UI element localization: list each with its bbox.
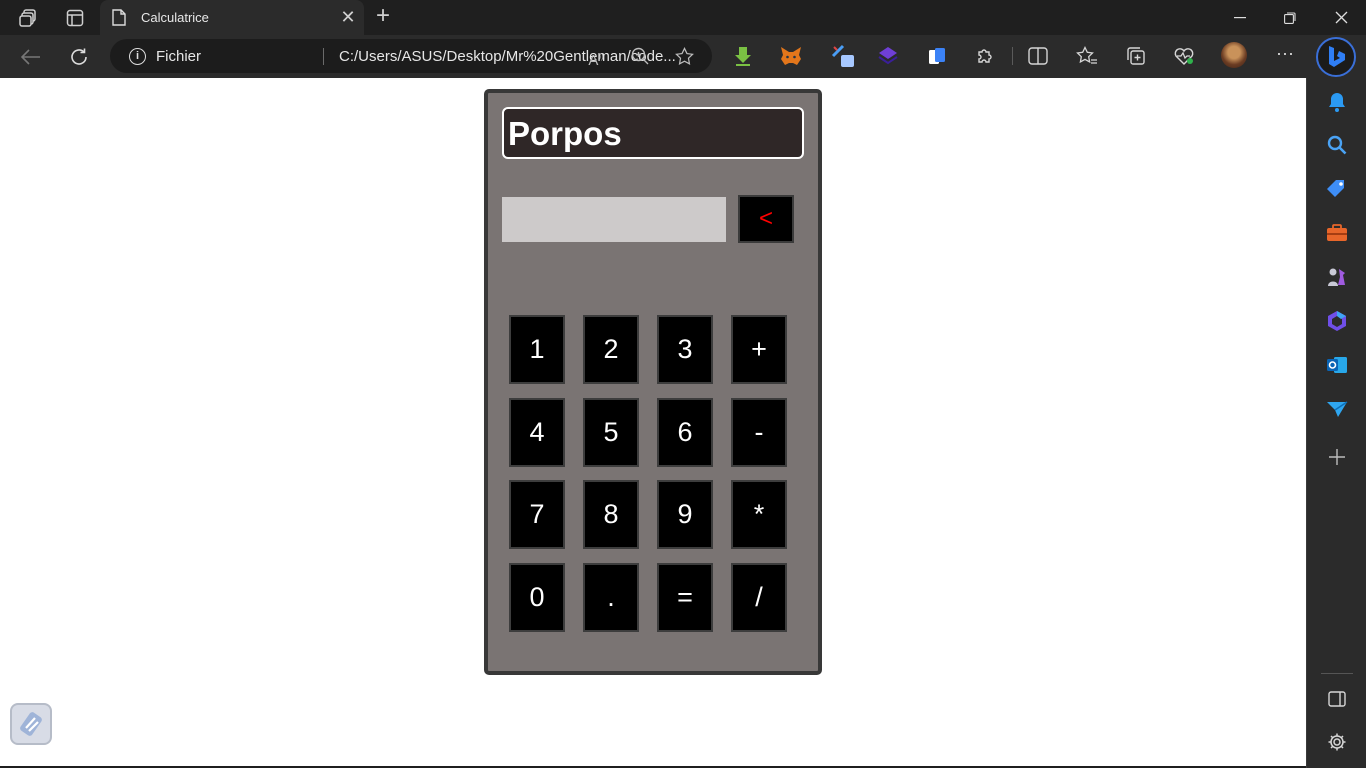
drop-send-icon[interactable] <box>1325 397 1349 421</box>
tab-close-icon[interactable]: ✕ <box>338 6 358 28</box>
profile-avatar[interactable] <box>1221 42 1247 68</box>
workspaces-icon[interactable] <box>16 5 42 31</box>
key-7-button[interactable]: 7 <box>509 480 565 549</box>
favorites-icon[interactable] <box>1075 44 1099 68</box>
favorite-star-icon[interactable] <box>674 47 694 67</box>
address-scheme: Fichier <box>156 48 202 65</box>
refresh-icon[interactable] <box>65 43 93 71</box>
page-icon <box>112 9 126 26</box>
layers-extension-icon[interactable] <box>876 44 900 68</box>
key-6-button[interactable]: 6 <box>657 398 713 467</box>
key-1-button[interactable]: 1 <box>509 315 565 384</box>
key-5-button[interactable]: 5 <box>583 398 639 467</box>
tools-briefcase-icon[interactable] <box>1325 221 1349 245</box>
add-button[interactable]: + <box>731 315 787 384</box>
copy-extension-icon[interactable] <box>925 44 949 68</box>
edge-sidebar <box>1306 78 1366 768</box>
back-icon[interactable] <box>17 43 45 71</box>
restore-icon[interactable] <box>1265 0 1315 35</box>
divide-button[interactable]: / <box>731 563 787 632</box>
address-bar[interactable]: i Fichier C:/Users/ASUS/Desktop/Mr%20Gen… <box>110 39 712 73</box>
key-9-button[interactable]: 9 <box>657 480 713 549</box>
site-info-icon[interactable]: i <box>129 48 146 65</box>
zoom-icon[interactable] <box>630 47 650 67</box>
navigation-bar: i Fichier C:/Users/ASUS/Desktop/Mr%20Gen… <box>0 35 1366 78</box>
sidebar-divider <box>1321 673 1353 674</box>
key-0-button[interactable]: 0 <box>509 563 565 632</box>
calculator-title: Porpos <box>502 107 804 159</box>
microsoft-365-icon[interactable] <box>1325 309 1349 333</box>
key-4-button[interactable]: 4 <box>509 398 565 467</box>
toolbar-separator <box>1012 47 1013 65</box>
translate-extension-icon[interactable] <box>831 44 855 68</box>
notifications-bell-icon[interactable] <box>1325 90 1349 114</box>
browser-essentials-icon[interactable] <box>1172 44 1196 68</box>
split-screen-icon[interactable] <box>1026 44 1050 68</box>
close-window-icon[interactable] <box>1316 0 1366 35</box>
backspace-button[interactable]: < <box>738 195 794 243</box>
tab-bar: Calculatrice ✕ + <box>0 0 1366 35</box>
subtract-button[interactable]: - <box>731 398 787 467</box>
new-tab-icon[interactable]: + <box>371 4 395 29</box>
search-icon[interactable] <box>1325 133 1349 157</box>
key-8-button[interactable]: 8 <box>583 480 639 549</box>
more-options-icon[interactable]: ··· <box>1273 42 1297 68</box>
tab-title: Calculatrice <box>141 10 209 25</box>
extensions-puzzle-icon[interactable] <box>973 44 997 68</box>
collections-icon[interactable] <box>1124 44 1148 68</box>
decimal-point-button[interactable]: . <box>583 563 639 632</box>
tab-calculatrice[interactable]: Calculatrice ✕ <box>100 0 364 35</box>
floating-quick-action-icon[interactable] <box>10 703 52 745</box>
hide-sidebar-icon[interactable] <box>1325 687 1349 711</box>
key-2-button[interactable]: 2 <box>583 315 639 384</box>
games-chess-icon[interactable] <box>1325 265 1349 289</box>
add-sidebar-app-icon[interactable] <box>1325 445 1349 469</box>
equals-button[interactable]: = <box>657 563 713 632</box>
address-separator <box>323 48 324 65</box>
multiply-button[interactable]: * <box>731 480 787 549</box>
sidebar-settings-gear-icon[interactable] <box>1325 730 1349 754</box>
read-aloud-icon[interactable]: A)) <box>586 47 606 69</box>
key-3-button[interactable]: 3 <box>657 315 713 384</box>
tab-actions-icon[interactable] <box>62 5 88 31</box>
download-extension-icon[interactable] <box>731 44 755 68</box>
calculator-display[interactable] <box>502 197 726 242</box>
minimize-icon[interactable] <box>1215 0 1265 35</box>
calculator: Porpos < 1 2 3 + 4 5 6 - 7 8 9 * 0 . = / <box>484 89 822 675</box>
copilot-icon[interactable] <box>1316 37 1356 77</box>
metamask-icon[interactable] <box>779 44 803 68</box>
outlook-icon[interactable] <box>1325 353 1349 377</box>
shopping-tag-icon[interactable] <box>1325 177 1349 201</box>
